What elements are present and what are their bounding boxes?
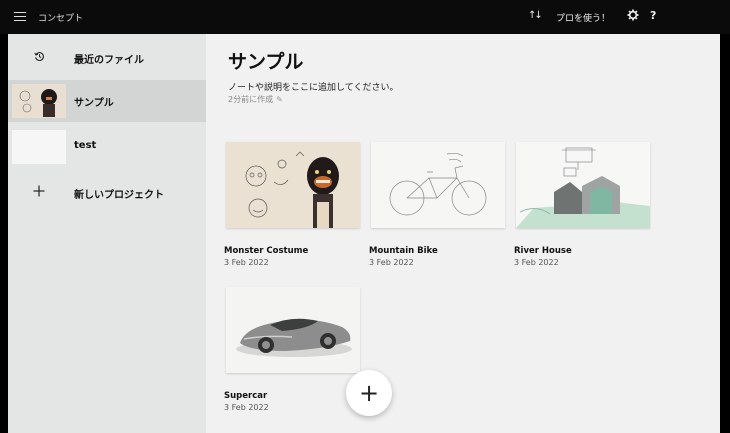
card-date: 3 Feb 2022 bbox=[224, 403, 269, 412]
created-time: 2分前に作成 bbox=[228, 95, 274, 104]
drawing-card[interactable]: Mountain Bike 3 Feb 2022 bbox=[369, 142, 505, 267]
sidebar-item-test[interactable]: test bbox=[8, 126, 206, 168]
card-date: 3 Feb 2022 bbox=[514, 258, 559, 267]
blank-thumbnail bbox=[12, 130, 66, 164]
card-thumbnail bbox=[226, 287, 360, 373]
sidebar-item-label: サンプル bbox=[74, 98, 114, 109]
main-content: サンプル ノートや説明をここに追加してください。 2分前に作成 ✎ Monste… bbox=[206, 34, 720, 433]
top-bar: コンセプト ↑↓ プロを使う！ ? bbox=[0, 0, 730, 34]
hamburger-menu-icon[interactable] bbox=[14, 12, 26, 21]
upgrade-pro-button[interactable]: プロを使う！ bbox=[556, 11, 610, 24]
card-thumbnail bbox=[371, 142, 505, 228]
card-date: 3 Feb 2022 bbox=[224, 258, 269, 267]
pencil-icon[interactable]: ✎ bbox=[276, 95, 283, 104]
project-description[interactable]: ノートや説明をここに追加してください。 bbox=[228, 80, 398, 93]
drawing-card[interactable]: Supercar 3 Feb 2022 bbox=[224, 287, 360, 412]
clock-history-icon bbox=[12, 37, 66, 75]
add-drawing-button[interactable]: + bbox=[346, 370, 392, 416]
sample-thumbnail bbox=[12, 84, 66, 118]
card-date: 3 Feb 2022 bbox=[369, 258, 414, 267]
page-title[interactable]: サンプル bbox=[228, 47, 303, 74]
card-title: Mountain Bike bbox=[369, 246, 438, 256]
sidebar-item-label: 最近のファイル bbox=[74, 55, 144, 66]
drawing-card[interactable]: River House 3 Feb 2022 bbox=[514, 142, 650, 267]
created-meta: 2分前に作成 ✎ bbox=[228, 94, 283, 105]
window-edge bbox=[720, 34, 730, 433]
card-title: Supercar bbox=[224, 391, 268, 401]
sidebar-item-label: 新しいプロジェクト bbox=[74, 190, 164, 201]
plus-icon bbox=[12, 172, 66, 210]
card-title: River House bbox=[514, 246, 572, 256]
help-icon[interactable]: ? bbox=[650, 9, 656, 22]
card-thumbnail bbox=[226, 142, 360, 228]
gear-icon[interactable] bbox=[627, 9, 639, 25]
sidebar: 最近のファイル サンプル test 新しいプロジェクト bbox=[8, 34, 206, 433]
sidebar-item-sample[interactable]: サンプル bbox=[8, 80, 206, 122]
sort-icon[interactable]: ↑↓ bbox=[528, 10, 543, 21]
sidebar-item-label: test bbox=[74, 140, 97, 151]
drawing-card[interactable]: Monster Costume 3 Feb 2022 bbox=[224, 142, 360, 267]
sidebar-item-recent-files[interactable]: 最近のファイル bbox=[8, 37, 206, 79]
app-title: コンセプト bbox=[38, 14, 84, 24]
card-thumbnail bbox=[516, 142, 650, 228]
sidebar-item-new-project[interactable]: 新しいプロジェクト bbox=[8, 172, 206, 214]
card-title: Monster Costume bbox=[224, 246, 309, 256]
